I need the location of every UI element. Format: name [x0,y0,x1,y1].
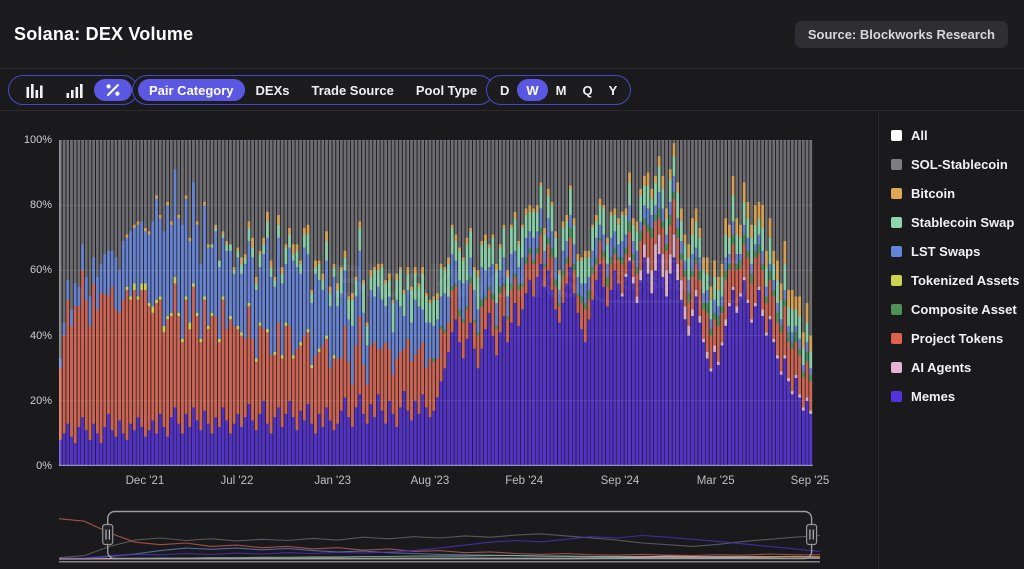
legend-swatch [891,217,902,228]
x-tick-label: Dec '21 [105,475,185,487]
tab-monthly[interactable]: M [548,79,575,101]
legend-label: Tokenized Assets [911,273,1019,288]
bar-chart-icon[interactable] [14,79,54,101]
x-tick-label: Feb '24 [484,475,564,487]
legend-item-ai-agents[interactable]: AI Agents [891,353,1024,382]
legend-swatch [891,275,902,286]
y-tick-label: 100% [8,134,52,146]
y-tick-label: 80% [8,199,52,211]
legend-label: LST Swaps [911,244,980,259]
legend-item-stablecoin-swap[interactable]: Stablecoin Swap [891,208,1024,237]
legend-item-tokenized-assets[interactable]: Tokenized Assets [891,266,1024,295]
chart-type-group [8,75,138,105]
tab-daily[interactable]: D [492,79,517,101]
y-tick-label: 20% [8,395,52,407]
blockworks-chart-page: Solana: DEX Volume Source: Blockworks Re… [0,0,1024,569]
legend-panel: All SOL-Stablecoin Bitcoin Stablecoin Swap L… [878,111,1024,569]
legend-label: AI Agents [911,360,971,375]
page-title: Solana: DEX Volume [14,24,193,45]
x-tick-label: Aug '23 [390,475,470,487]
stacked-bar-chart[interactable] [59,140,813,466]
legend-item-bitcoin[interactable]: Bitcoin [891,179,1024,208]
x-tick-label: Mar '25 [676,475,756,487]
toolbar-divider [0,110,1024,111]
header-divider [0,68,1024,69]
granularity-tab-group: D W M Q Y [486,75,631,105]
tab-pair-category[interactable]: Pair Category [138,79,245,101]
y-tick-label: 60% [8,264,52,276]
legend-label: Composite Asset [911,302,1017,317]
legend-swatch [891,246,902,257]
legend-label: Bitcoin [911,186,955,201]
tab-trade-source[interactable]: Trade Source [301,79,405,101]
legend-label: Project Tokens [911,331,1003,346]
x-tick-label: Jan '23 [293,475,373,487]
y-tick-label: 40% [8,330,52,342]
legend-swatch [891,333,902,344]
ascending-bar-chart-icon[interactable] [54,79,94,101]
legend-swatch [891,362,902,373]
legend-label: Stablecoin Swap [911,215,1014,230]
legend-item-all[interactable]: All [891,121,1024,150]
tab-yearly[interactable]: Y [601,79,626,101]
legend-swatch [891,391,902,402]
tab-pool-type[interactable]: Pool Type [405,79,488,101]
x-tick-label: Sep '24 [580,475,660,487]
category-tab-group: Pair Category DEXs Trade Source Pool Typ… [132,75,494,105]
tab-dexs[interactable]: DEXs [245,79,301,101]
legend-item-project-tokens[interactable]: Project Tokens [891,324,1024,353]
legend-item-memes[interactable]: Memes [891,382,1024,411]
legend-swatch [891,130,902,141]
legend-swatch [891,304,902,315]
legend-swatch [891,188,902,199]
legend-label: SOL-Stablecoin [911,157,1008,172]
percent-icon[interactable] [94,79,132,101]
legend-item-sol-stablecoin[interactable]: SOL-Stablecoin [891,150,1024,179]
legend-item-composite-asset[interactable]: Composite Asset [891,295,1024,324]
legend-label: Memes [911,389,955,404]
y-tick-label: 0% [8,460,52,472]
x-tick-label: Jul '22 [197,475,277,487]
legend-label: All [911,128,928,143]
legend-swatch [891,159,902,170]
timeline-navigator[interactable] [59,510,820,564]
tab-weekly[interactable]: W [517,79,547,101]
x-tick-label: Sep '25 [770,475,850,487]
source-badge: Source: Blockworks Research [795,21,1008,48]
header: Solana: DEX Volume Source: Blockworks Re… [0,0,1024,68]
tab-quarterly[interactable]: Q [575,79,601,101]
legend-item-lst-swaps[interactable]: LST Swaps [891,237,1024,266]
